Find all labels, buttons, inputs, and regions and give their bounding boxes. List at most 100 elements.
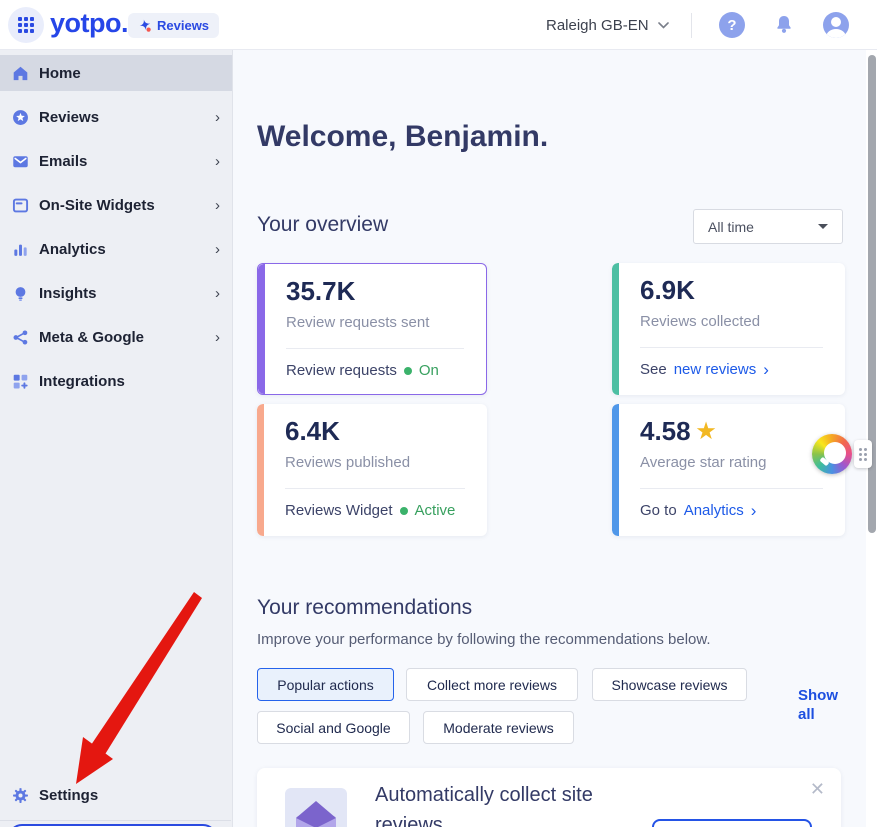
caret-down-icon bbox=[818, 224, 828, 229]
stat-footer: Reviews Widget Active bbox=[285, 502, 456, 519]
envelope-illustration bbox=[285, 788, 347, 827]
sidebar-item-emails[interactable]: Emails › bbox=[0, 143, 232, 179]
sidebar-item-analytics[interactable]: Analytics › bbox=[0, 231, 232, 267]
main-content: Welcome, Benjamin. Your overview All tim… bbox=[233, 50, 877, 827]
filter-chip-moderate-reviews[interactable]: Moderate reviews bbox=[423, 711, 574, 744]
sidebar-item-label: Emails bbox=[39, 152, 88, 170]
stat-value: 6.9K bbox=[640, 275, 695, 305]
extension-logo-icon[interactable] bbox=[812, 434, 852, 474]
card-accent-bar bbox=[612, 263, 619, 395]
star-icon: ★ bbox=[696, 420, 716, 443]
time-filter-value: All time bbox=[708, 218, 754, 235]
stat-value: 6.4K bbox=[285, 416, 340, 446]
chevron-right-icon: › bbox=[215, 108, 220, 126]
bell-icon bbox=[777, 16, 791, 33]
stat-value: 4.58 ★ bbox=[640, 416, 716, 446]
recommendation-card-collect-site-reviews: Automatically collect site reviews ✕ bbox=[257, 768, 841, 827]
filter-chip-popular-actions[interactable]: Popular actions bbox=[257, 668, 394, 701]
notifications-button[interactable] bbox=[771, 12, 797, 38]
sidebar-item-on-site-widgets[interactable]: On-Site Widgets › bbox=[0, 187, 232, 223]
floating-extension-widget[interactable] bbox=[812, 434, 872, 474]
promo-cta-button[interactable] bbox=[652, 819, 812, 827]
sidebar-item-home[interactable]: Home bbox=[0, 55, 232, 91]
sidebar-item-label: Analytics bbox=[39, 240, 106, 258]
apps-grid-icon bbox=[18, 17, 34, 33]
integrations-icon bbox=[12, 373, 29, 390]
star-icon bbox=[12, 109, 29, 126]
chevron-down-icon bbox=[657, 21, 669, 29]
product-badge-label: Reviews bbox=[157, 18, 210, 33]
filter-chip-showcase-reviews[interactable]: Showcase reviews bbox=[592, 668, 747, 701]
filter-chip-social-and-google[interactable]: Social and Google bbox=[257, 711, 410, 744]
account-selector-label: Raleigh GB-EN bbox=[546, 16, 649, 34]
avatar-icon bbox=[831, 17, 841, 27]
card-accent-bar bbox=[257, 404, 264, 536]
status-dot-icon bbox=[403, 366, 412, 375]
chevron-right-icon: › bbox=[215, 196, 220, 214]
drag-handle[interactable] bbox=[854, 440, 872, 468]
stat-label: Reviews collected bbox=[640, 313, 761, 330]
close-icon[interactable]: ✕ bbox=[810, 780, 825, 798]
stat-label: Reviews published bbox=[285, 454, 411, 471]
stat-footer: Go to Analytics › bbox=[640, 501, 757, 520]
recommendations-title: Your recommendations bbox=[257, 596, 473, 619]
welcome-heading: Welcome, Benjamin. bbox=[257, 120, 549, 153]
sidebar-item-insights[interactable]: Insights › bbox=[0, 275, 232, 311]
sidebar-item-label: Integrations bbox=[39, 372, 125, 390]
sidebar-item-label: Insights bbox=[39, 284, 97, 302]
chevron-right-icon: › bbox=[750, 501, 757, 520]
sidebar-divider bbox=[0, 820, 231, 821]
app-launcher-button[interactable] bbox=[8, 7, 44, 43]
stat-card-average-star-rating[interactable]: 4.58 ★ Average star rating Go to Analyti… bbox=[612, 404, 845, 536]
stat-card-reviews-published[interactable]: 6.4K Reviews published Reviews Widget Ac… bbox=[257, 404, 487, 536]
sidebar-item-label: On-Site Widgets bbox=[39, 196, 155, 214]
time-filter-dropdown[interactable]: All time bbox=[693, 209, 843, 244]
chevron-right-icon: › bbox=[215, 328, 220, 346]
status-badge: Active bbox=[414, 502, 456, 519]
card-accent-bar bbox=[612, 404, 619, 536]
sidebar-item-label: Reviews bbox=[39, 108, 100, 126]
yotpo-logo: yotpo. bbox=[50, 8, 129, 38]
chevron-right-icon: › bbox=[215, 152, 220, 170]
stat-card-reviews-collected[interactable]: 6.9K Reviews collected See new reviews › bbox=[612, 263, 845, 395]
chevron-right-icon: › bbox=[763, 360, 769, 379]
lightbulb-icon bbox=[12, 285, 29, 302]
sidebar-nav: Home Reviews › Emails › On-Site Widgets … bbox=[0, 50, 233, 827]
gear-icon bbox=[12, 787, 29, 804]
recommendations-subtitle: Improve your performance by following th… bbox=[257, 631, 711, 648]
new-reviews-link[interactable]: new reviews bbox=[674, 361, 757, 378]
envelope-icon bbox=[12, 153, 29, 170]
analytics-link[interactable]: Analytics bbox=[684, 502, 744, 519]
stat-label: Review requests sent bbox=[286, 314, 430, 331]
help-button[interactable]: ? bbox=[719, 12, 745, 38]
sidebar-item-label: Meta & Google bbox=[39, 328, 145, 346]
sidebar-item-integrations[interactable]: Integrations bbox=[0, 363, 232, 399]
promo-card-title: Automatically collect site reviews bbox=[375, 784, 593, 827]
stat-value: 35.7K bbox=[286, 276, 356, 306]
stat-footer: Review requests On bbox=[286, 362, 439, 379]
card-accent-bar bbox=[258, 264, 265, 394]
home-icon bbox=[12, 65, 29, 82]
product-badge-reviews[interactable]: Reviews bbox=[128, 13, 220, 38]
topbar-divider bbox=[691, 13, 692, 38]
top-bar: yotpo. Reviews Raleigh GB-EN ? bbox=[0, 0, 877, 50]
filter-chip-collect-more-reviews[interactable]: Collect more reviews bbox=[406, 668, 578, 701]
chevron-right-icon: › bbox=[215, 240, 220, 258]
show-all-link[interactable]: Show all bbox=[798, 686, 844, 724]
sidebar-item-label: Home bbox=[39, 64, 81, 82]
status-dot-icon bbox=[399, 506, 408, 515]
drag-dots-icon bbox=[859, 447, 867, 461]
sidebar-item-meta-google[interactable]: Meta & Google › bbox=[0, 319, 232, 355]
account-selector[interactable]: Raleigh GB-EN bbox=[546, 0, 669, 50]
share-icon bbox=[12, 329, 29, 346]
question-mark-icon: ? bbox=[727, 16, 737, 34]
avatar-button[interactable] bbox=[823, 12, 849, 38]
sidebar-item-settings[interactable]: Settings bbox=[0, 777, 232, 813]
widget-icon bbox=[12, 197, 29, 214]
bar-chart-icon bbox=[12, 241, 29, 258]
stat-footer: See new reviews › bbox=[640, 360, 769, 379]
chevron-right-icon: › bbox=[215, 284, 220, 302]
stat-card-review-requests-sent[interactable]: 35.7K Review requests sent Review reques… bbox=[257, 263, 487, 395]
sidebar-item-reviews[interactable]: Reviews › bbox=[0, 99, 232, 135]
stat-label: Average star rating bbox=[640, 454, 767, 471]
